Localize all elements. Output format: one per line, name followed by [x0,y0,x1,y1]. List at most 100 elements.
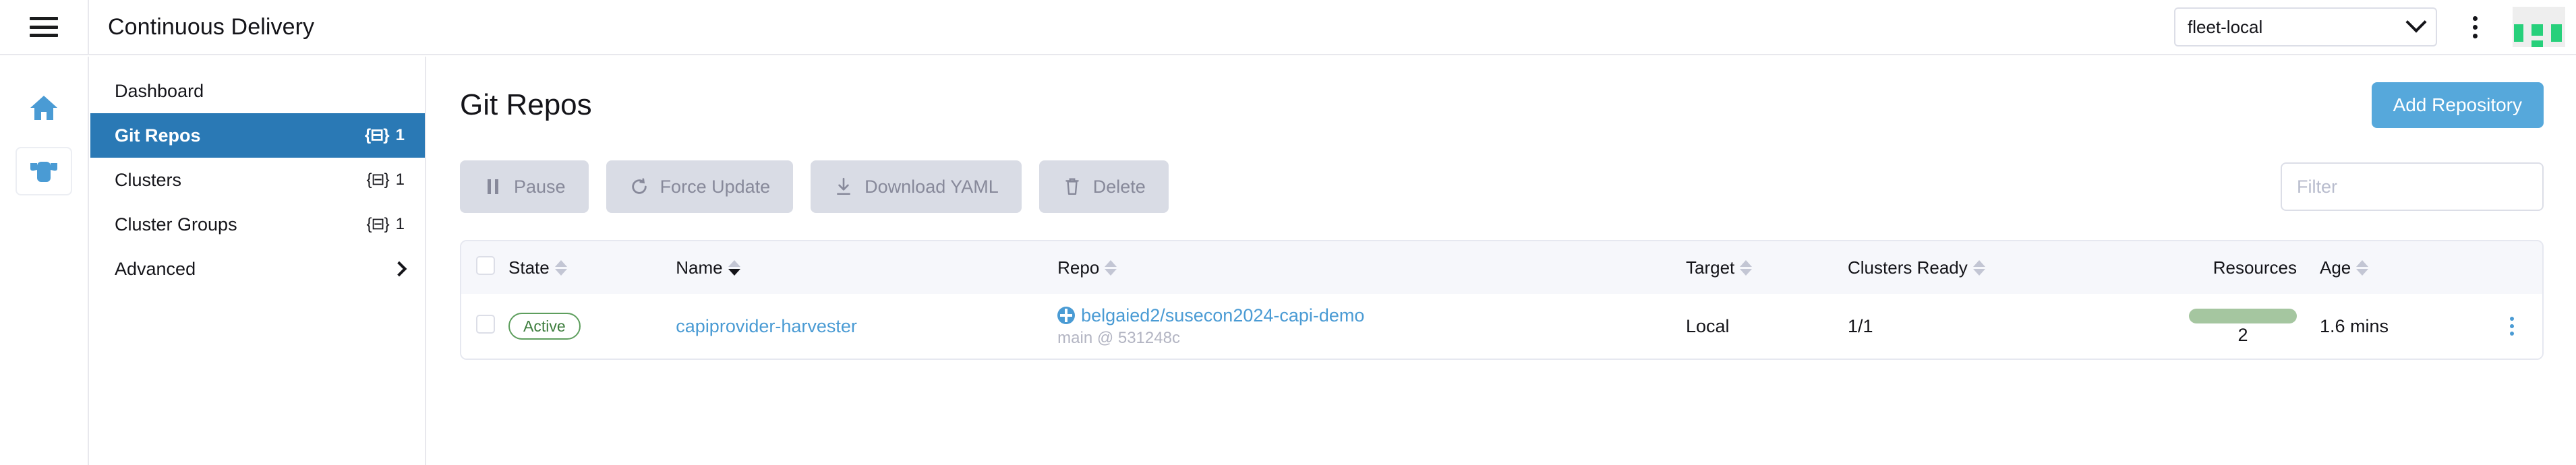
chevron-right-icon [391,261,407,277]
column-resources: Resources [2111,241,2313,294]
column-name: Name [669,241,1051,294]
kebab-dot [2472,33,2478,38]
logo-bar [2514,24,2523,42]
column-state: State [502,241,669,294]
logo-bar [2531,24,2543,36]
download-yaml-button-label: Download YAML [865,176,999,197]
chevron-down-icon [2405,11,2427,33]
row-clusters-ready-cell: 1/1 [1848,315,1873,336]
rail-item-fleet[interactable] [16,147,72,195]
column-age-sort[interactable]: Age [2320,257,2369,278]
kebab-dot [2472,24,2478,30]
download-yaml-button[interactable]: Download YAML [811,160,1022,213]
sidebar-item-label: Git Repos [115,125,201,146]
table-body: Active capiprovider-harvester belgaied2/… [461,294,2542,359]
row-kebab-icon[interactable] [2488,317,2536,336]
column-age: Age [2313,241,2482,294]
row-actions-cell [2482,294,2542,359]
sort-icon [1972,259,1985,276]
sidebar-item-dashboard[interactable]: Dashboard [90,69,425,113]
row-resources-cell: 2 [2111,294,2313,359]
yaml-icon: {⊟} [366,170,390,189]
logo-bar [2551,24,2562,42]
logo-bar [2531,40,2543,47]
column-clusters-ready-sort[interactable]: Clusters Ready [1848,257,1985,278]
refresh-icon [629,177,649,197]
column-select-all [461,241,502,294]
sort-icon-active [728,259,740,276]
sidebar-nav: Dashboard Git Repos {⊟} 1 Clusters {⊟} 1… [90,57,426,465]
column-repo: Repo [1051,241,1679,294]
sidebar-badge: {⊟} 1 [367,215,405,234]
column-age-label: Age [2320,257,2351,278]
table-row[interactable]: Active capiprovider-harvester belgaied2/… [461,294,2542,359]
filter-input[interactable] [2281,162,2544,211]
sort-icon [1105,259,1117,276]
repo-branch-commit: main @ 531248c [1057,328,1180,347]
table-header: State Name Repo Target Clusters Ready Re… [461,241,2542,294]
header-kebab-menu-button[interactable] [2455,7,2495,47]
home-icon [30,96,57,120]
main-content: Git Repos Add Repository Pause Force Upd… [428,57,2576,465]
sort-icon [1740,259,1753,276]
trash-icon [1062,177,1082,197]
resources-bar [2189,308,2297,323]
sidebar-item-advanced[interactable]: Advanced [90,247,425,291]
icon-rail [0,57,89,465]
delete-button-label: Delete [1092,176,1146,197]
sidebar-item-label: Clusters [115,169,182,190]
rail-item-home[interactable] [16,84,72,132]
sidebar-item-clusters[interactable]: Clusters {⊟} 1 [90,158,425,202]
column-target-sort[interactable]: Target [1686,257,1753,278]
sidebar-item-cluster-groups[interactable]: Cluster Groups {⊟} 1 [90,202,425,247]
column-clusters-ready: Clusters Ready [1841,241,2111,294]
pause-button-label: Pause [514,176,566,197]
column-name-sort[interactable]: Name [676,257,740,278]
sidebar-badge: {⊟} 1 [365,126,405,145]
pause-icon [483,177,503,197]
column-repo-label: Repo [1057,257,1100,278]
app-root: Continuous Delivery fleet-local Dashboar… [0,0,2576,465]
page-title: Git Repos [460,88,592,121]
repos-table-element: State Name Repo Target Clusters Ready Re… [461,241,2542,359]
repo-name-link[interactable]: capiprovider-harvester [676,316,857,336]
column-resources-label: Resources [2213,257,2297,278]
sidebar-badge-count: 1 [395,170,405,189]
yaml-icon: {⊟} [366,215,390,233]
sidebar-item-git-repos[interactable]: Git Repos {⊟} 1 [90,113,425,158]
repo-url-link[interactable]: belgaied2/susecon2024-capi-demo [1081,305,1364,326]
pause-button[interactable]: Pause [460,160,589,213]
rancher-logo-icon[interactable] [2513,7,2565,47]
status-badge: Active [508,312,581,340]
add-repository-button[interactable]: Add Repository [2371,82,2544,128]
page-header: Git Repos Add Repository [460,80,2544,131]
repos-table: State Name Repo Target Clusters Ready Re… [460,240,2544,360]
app-title: Continuous Delivery [108,13,315,40]
sidebar-item-label: Advanced [115,258,196,279]
column-repo-sort[interactable]: Repo [1057,257,1117,278]
hamburger-menu-button[interactable] [0,0,89,55]
yaml-icon: {⊟} [364,126,390,144]
row-checkbox[interactable] [476,314,495,334]
table-header-row: State Name Repo Target Clusters Ready Re… [461,241,2542,294]
cluster-selector[interactable]: fleet-local [2174,7,2437,46]
top-header: Continuous Delivery fleet-local [0,0,2576,55]
row-repo-cell: belgaied2/susecon2024-capi-demo main @ 5… [1051,294,1679,359]
repo-url-wrap: belgaied2/susecon2024-capi-demo [1057,305,1672,326]
column-state-sort[interactable]: State [508,257,567,278]
select-all-checkbox[interactable] [476,255,495,275]
row-age-cell: 1.6 mins [2320,315,2389,336]
cluster-selector-value: fleet-local [2188,16,2263,37]
force-update-button[interactable]: Force Update [606,160,794,213]
action-toolbar: Pause Force Update Download YAML Delete [460,160,2544,213]
globe-icon [1057,307,1076,324]
kebab-dot [2472,16,2478,21]
download-icon [833,177,854,197]
delete-button[interactable]: Delete [1038,160,1169,213]
force-update-button-label: Force Update [660,176,771,197]
resources-indicator: 2 [2189,308,2297,346]
cow-icon [30,162,57,182]
sidebar-item-label: Dashboard [115,80,204,101]
hamburger-icon[interactable] [30,17,58,37]
row-state-cell: Active [502,294,669,359]
